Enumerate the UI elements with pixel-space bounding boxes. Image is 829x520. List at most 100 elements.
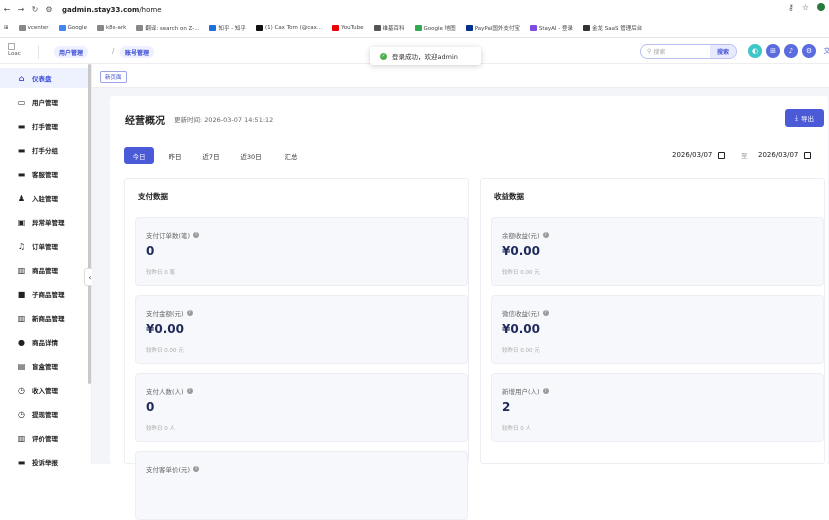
sidebar-item-label: 入驻管理 — [32, 195, 58, 203]
sidebar-item[interactable]: ■ 子商品管理 — [0, 284, 90, 304]
sidebar-item[interactable]: ◷ 提现管理 — [0, 404, 90, 424]
profile-icon[interactable] — [817, 3, 825, 11]
sidebar-item[interactable]: ▣ 异常单管理 — [0, 212, 90, 232]
date-to-input[interactable]: 2026/03/07 — [758, 147, 812, 163]
back-icon[interactable]: ← — [0, 5, 14, 14]
url-text[interactable]: gadmin.stay33.com/home — [62, 6, 162, 14]
bookmark-item[interactable]: k8s-ark — [96, 25, 126, 31]
sidebar-item[interactable]: ▥ 评价管理 — [0, 428, 90, 448]
sidebar-item[interactable]: ● 商品详情 — [0, 332, 90, 352]
stat-label: 余额收益(元) — [502, 232, 540, 240]
sidebar-item[interactable]: ▬ 打手分组 — [0, 140, 90, 160]
sidebar-item[interactable]: ▬ 客服管理 — [0, 164, 90, 184]
reload-icon[interactable]: ↻ — [28, 5, 42, 14]
language-icon[interactable]: 文 — [820, 44, 829, 58]
menu-item-icon: ▬ — [17, 121, 26, 131]
tag-bar — [92, 64, 829, 88]
sidebar-item[interactable]: ♫ 订单管理 — [0, 236, 90, 256]
forward-icon[interactable]: → — [14, 5, 28, 14]
sidebar-item[interactable]: ▬ 打手管理 — [0, 116, 90, 136]
sidebar-item[interactable]: ▤ 盲盒管理 — [0, 356, 90, 376]
calendar-icon[interactable] — [718, 151, 726, 159]
apps-icon[interactable]: ⊞ — [4, 25, 9, 31]
export-button[interactable]: ⤓ 导出 — [785, 109, 824, 127]
sidebar-item-label: 用户管理 — [32, 99, 58, 107]
sidebar-item-label: 子商品管理 — [32, 291, 65, 299]
sidebar-item[interactable]: ▬ 投诉举报 — [0, 452, 90, 472]
help-icon[interactable]: ? — [542, 310, 549, 316]
menu-item-icon: ▬ — [17, 457, 26, 467]
sidebar-item-label: 收入管理 — [32, 387, 58, 395]
bookmark-item[interactable]: PayPal国外支付宝 — [465, 24, 520, 32]
stat-value: ¥0.00 — [502, 244, 540, 258]
menu-item-icon: ♫ — [17, 241, 26, 251]
sidebar-item[interactable]: ⌂ 仪表盘 — [0, 68, 90, 88]
key-icon[interactable]: ⚷ — [788, 3, 794, 12]
bookmark-item[interactable]: Google 地图 — [414, 24, 456, 32]
sidebar: ⌂ 仪表盘 ▭ 用户管理 ▬ 打手管理 ▬ 打手分组 ▬ 客服管理 ♟ 入驻管理 ▣ 异常单管理 ♫ 订单管理… — [0, 64, 92, 467]
stat-compare: 较昨日 0 人 — [502, 426, 531, 432]
download-icon: ⤓ — [795, 113, 798, 122]
bookmark-item[interactable]: 维基百科 — [373, 24, 405, 32]
site-info-icon[interactable]: ⚙ — [42, 5, 56, 14]
menu-item-icon: ⌂ — [18, 73, 25, 83]
stat-value: ¥0.00 — [502, 322, 540, 336]
sidebar-item[interactable]: ▭ 用户管理 — [0, 92, 90, 112]
stat-label: 新增用户(人) — [502, 388, 540, 396]
sidebar-item-label: 异常单管理 — [32, 219, 65, 227]
palette-icon[interactable]: ◐ — [748, 44, 762, 58]
range-7days-button[interactable]: 近7日 — [196, 147, 226, 164]
breadcrumb-separator: / — [112, 47, 115, 55]
breadcrumb-user-management[interactable]: 用户管理 — [54, 46, 89, 58]
sidebar-item-label: 打手分组 — [32, 147, 58, 155]
date-from-input[interactable]: 2026/03/07 — [672, 147, 726, 163]
bookmark-item[interactable]: (1) Cax Tom (@cax... — [255, 25, 322, 31]
menu-item-icon: ● — [18, 337, 25, 347]
stat-label: 支付人数(人) — [146, 388, 184, 396]
sidebar-scrollbar[interactable] — [88, 64, 91, 384]
settings-icon[interactable]: ⚙ — [802, 44, 816, 58]
tab-new-page[interactable]: 新页面 — [100, 71, 127, 83]
stat-card: 支付客单价(元)? — [135, 451, 468, 520]
star-icon[interactable]: ☆ — [802, 3, 809, 12]
help-icon[interactable]: ? — [193, 232, 200, 238]
range-yesterday-button[interactable]: 昨日 — [162, 147, 188, 164]
grid-icon[interactable]: ⊞ — [766, 44, 780, 58]
search-input[interactable]: ⚲ 搜索 搜索 — [640, 44, 737, 59]
bookmark-item[interactable]: 知乎 - 知乎 — [209, 24, 246, 32]
logo-text: Loac — [8, 51, 21, 57]
sidebar-item[interactable]: ▥ 新商品管理 — [0, 308, 90, 328]
sidebar-item-label: 投诉举报 — [32, 459, 58, 467]
help-icon[interactable]: ? — [186, 388, 193, 394]
sidebar-item[interactable]: ◷ 收入管理 — [0, 380, 90, 400]
bookmark-item[interactable]: Google — [58, 25, 87, 31]
help-icon[interactable]: ? — [193, 466, 200, 472]
bookmark-item[interactable]: StayAI - 登录 — [529, 24, 573, 32]
update-time: 更新时间: 2026-03-07 14:51:12 — [174, 116, 274, 124]
stat-compare: 较昨日 0.00 元 — [502, 348, 540, 354]
range-today-button[interactable]: 今日 — [124, 147, 154, 164]
logo: Loac — [8, 43, 28, 61]
bookmark-item[interactable]: YouTube — [332, 25, 364, 31]
bell-icon[interactable]: ♪ — [784, 44, 798, 58]
calendar-icon[interactable] — [804, 151, 812, 159]
stat-value: ¥0.00 — [146, 322, 184, 336]
menu-item-icon: ♟ — [17, 193, 26, 203]
help-icon[interactable]: ? — [542, 232, 549, 238]
bookmark-item[interactable]: vcenter — [18, 25, 49, 31]
help-icon[interactable]: ? — [186, 310, 193, 316]
range-total-button[interactable]: 汇总 — [276, 147, 306, 164]
range-30days-button[interactable]: 近30日 — [234, 147, 268, 164]
stat-label: 支付客单价(元) — [146, 466, 191, 474]
breadcrumb-account-management[interactable]: 账号管理 — [120, 46, 155, 58]
stat-card: 支付人数(人)? 0 较昨日 0 人 — [135, 373, 468, 442]
sidebar-item-label: 商品管理 — [32, 267, 58, 275]
sidebar-item-label: 评价管理 — [32, 435, 58, 443]
sidebar-item[interactable]: ▥ 商品管理 — [0, 260, 90, 280]
help-icon[interactable]: ? — [542, 388, 549, 394]
search-button[interactable]: 搜索 — [710, 45, 736, 58]
bookmark-item[interactable]: 翻译: search on Z-... — [136, 24, 199, 32]
logo-image-icon — [8, 43, 15, 50]
sidebar-item[interactable]: ♟ 入驻管理 — [0, 188, 90, 208]
bookmark-item[interactable]: 金龙 SaaS 管理后台 — [583, 24, 642, 32]
